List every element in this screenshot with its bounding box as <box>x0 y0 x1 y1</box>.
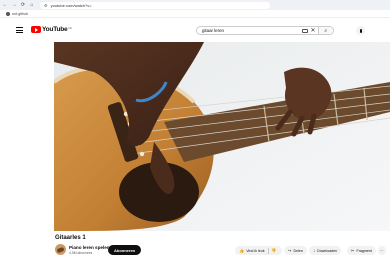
microphone-icon[interactable] <box>356 26 365 35</box>
scissors-icon: ✂ <box>351 248 355 253</box>
share-label: Delen <box>293 248 303 253</box>
url-text: youtube.com/watch?v= <box>50 2 92 8</box>
browser-toolbar: ← → ⟳ ⌂ ⚙ youtube.com/watch?v= <box>0 0 390 10</box>
logo-text: YouTube <box>42 26 68 33</box>
youtube-logo[interactable]: YouTube NL <box>31 26 72 33</box>
channel-name[interactable]: Piano leren spelen <box>69 245 110 250</box>
forward-icon[interactable]: → <box>10 1 18 9</box>
search-box: ✕ ⌕ <box>196 26 334 35</box>
download-button[interactable]: ↓ Downloaden <box>309 246 342 255</box>
home-icon[interactable]: ⌂ <box>28 1 36 9</box>
thumbs-up-icon[interactable]: 👍 <box>239 248 244 254</box>
like-dislike-group: 👍 Vind ik leuk 👎 <box>235 246 283 255</box>
bookmark-item[interactable]: not-github <box>12 12 28 16</box>
youtube-play-icon <box>31 26 41 33</box>
download-icon: ↓ <box>313 248 316 253</box>
subscriber-count: 4,5M abonnees <box>69 251 93 255</box>
search-icon: ⌕ <box>324 27 328 34</box>
share-icon: ↪ <box>288 248 292 253</box>
subscribe-button[interactable]: Abonneren <box>108 245 142 255</box>
like-button[interactable]: Vind ik leuk <box>246 249 264 253</box>
search-input[interactable] <box>197 28 302 33</box>
video-player[interactable] <box>54 42 390 231</box>
clip-label: Fragment <box>356 248 372 253</box>
bookmarks-bar: not-github <box>0 10 390 18</box>
bookmark-favicon-icon <box>6 11 10 16</box>
keyboard-icon[interactable] <box>301 28 309 33</box>
video-title: Gitaarles 1 <box>55 235 86 241</box>
share-button[interactable]: ↪ Delen <box>284 246 307 255</box>
site-info-icon[interactable]: ⚙ <box>44 3 48 8</box>
back-icon[interactable]: ← <box>1 1 9 9</box>
address-bar[interactable]: ⚙ youtube.com/watch?v= <box>40 1 270 9</box>
download-label: Downloaden <box>317 248 338 253</box>
search-button[interactable]: ⌕ <box>317 27 333 34</box>
more-icon: ··· <box>380 248 384 253</box>
clip-button[interactable]: ✂ Fragment <box>347 246 376 255</box>
channel-avatar[interactable] <box>55 244 66 255</box>
yt-header: YouTube NL ✕ ⌕ <box>0 18 390 42</box>
reload-icon[interactable]: ⟳ <box>19 1 27 9</box>
thumbs-down-icon[interactable]: 👎 <box>271 248 276 254</box>
divider <box>267 247 269 254</box>
video-frame <box>54 42 390 231</box>
more-actions-button[interactable]: ··· <box>378 246 386 255</box>
clear-icon[interactable]: ✕ <box>310 28 315 34</box>
region-code: NL <box>68 25 73 30</box>
menu-icon[interactable] <box>16 27 23 33</box>
